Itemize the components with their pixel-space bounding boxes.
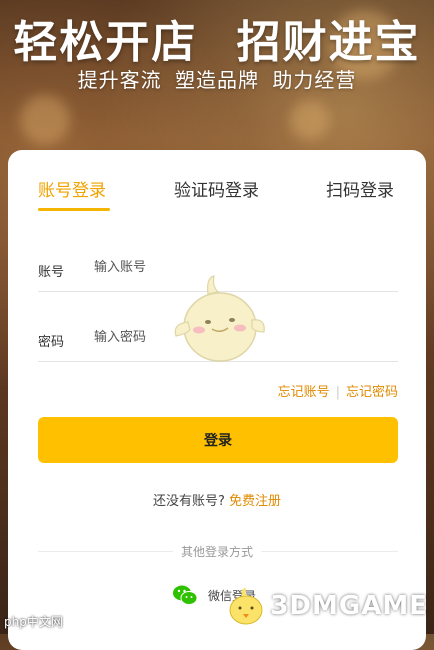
wechat-icon [173, 585, 198, 605]
register-question: 还没有账号? [152, 494, 225, 509]
background-bokeh [290, 100, 330, 140]
watermark-3dmgame-text: 3DMGAME [270, 591, 428, 621]
forgot-password-link[interactable]: 忘记密码 [346, 385, 398, 400]
watermark-php: php中文网 [4, 615, 63, 629]
login-tabs: 账号登录 验证码登录 扫码登录 [8, 150, 426, 212]
tab-qrcode-login[interactable]: 扫码登录 [326, 176, 394, 201]
other-login-heading-text: 其他登录方式 [172, 545, 261, 559]
active-tab-indicator [38, 208, 110, 211]
login-button[interactable]: 登录 [38, 417, 398, 463]
forgot-links: 忘记账号 | 忘记密码 [278, 381, 398, 400]
watermark-chick-icon [229, 588, 263, 625]
password-label: 密码 [38, 335, 65, 350]
watermark-3dmgame: 3DMGAME [222, 586, 428, 626]
separator: | [335, 385, 340, 400]
tab-code-login[interactable]: 验证码登录 [174, 176, 259, 201]
other-login-heading: 其他登录方式 [8, 543, 426, 560]
background-bokeh [20, 95, 70, 145]
forgot-account-link[interactable]: 忘记账号 [278, 385, 330, 400]
register-link[interactable]: 免费注册 [229, 494, 281, 509]
tab-account-login[interactable]: 账号登录 [38, 176, 106, 201]
hero-subtitle: 提升客流 塑造品牌 助力经营 [77, 68, 357, 92]
hero-title: 轻松开店 招财进宝 [13, 17, 421, 68]
account-label: 账号 [38, 265, 65, 280]
login-card: 账号登录 验证码登录 扫码登录 账号 密码 忘记账号 | 忘记密码 登录 还没有账号… [8, 150, 426, 650]
register-prompt: 还没有账号? 免费注册 [8, 490, 426, 509]
mascot-chick-icon [174, 275, 265, 362]
